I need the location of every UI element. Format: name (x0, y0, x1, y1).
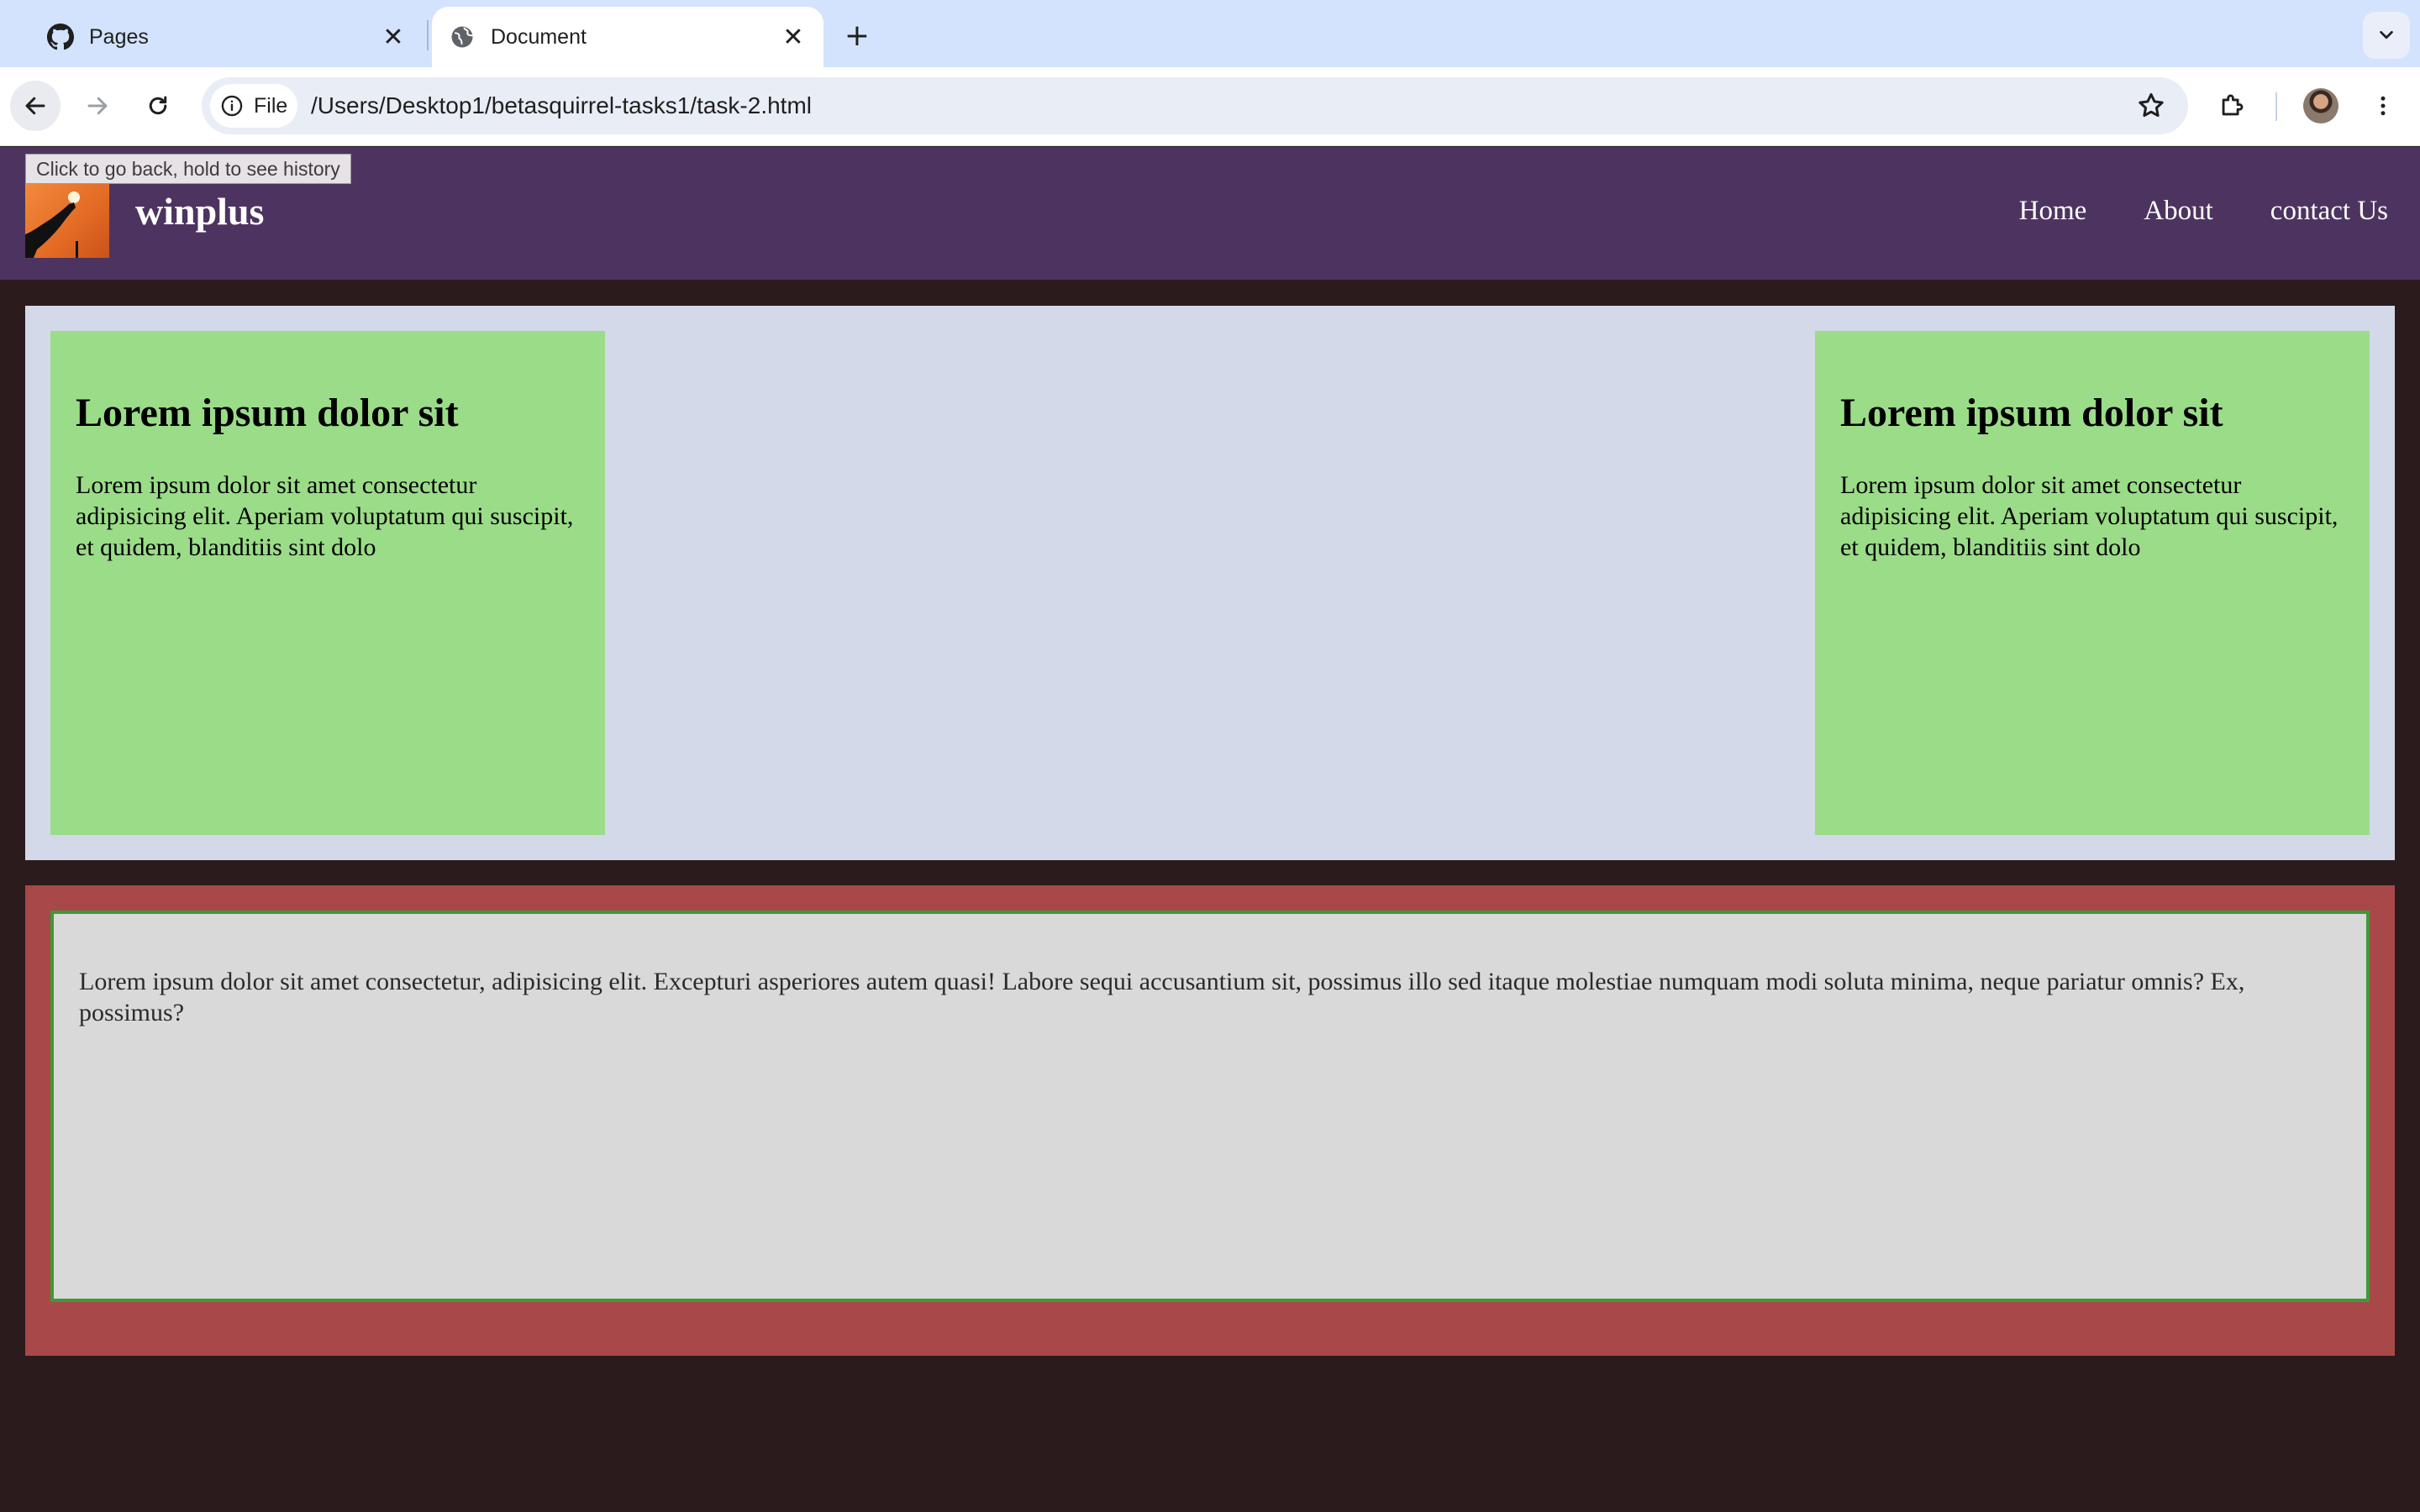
site-brand[interactable]: winplus (135, 189, 264, 234)
avatar (2303, 88, 2338, 123)
card-body: Lorem ipsum dolor sit amet consectetur a… (76, 471, 574, 561)
forward-button[interactable] (72, 81, 123, 131)
close-icon[interactable]: ✕ (776, 20, 810, 54)
reload-button[interactable] (133, 81, 183, 131)
hero-section: Lorem ipsum dolor sit Lorem ipsum dolor … (25, 306, 2395, 860)
tab-title: Document (491, 24, 587, 49)
site-chip-label: File (254, 93, 288, 118)
browser-menu-button[interactable] (2358, 81, 2408, 131)
new-tab-button[interactable]: + (837, 15, 877, 55)
nav-link-home[interactable]: Home (2019, 196, 2087, 227)
page-content: winplus Home About contact Us Lorem ipsu… (0, 147, 2420, 1512)
star-icon[interactable] (2136, 91, 2166, 121)
card-heading: Lorem ipsum dolor sit (1840, 391, 2223, 435)
puzzle-icon (2222, 94, 2244, 116)
profile-button[interactable] (2296, 81, 2346, 131)
tab-divider (427, 20, 429, 50)
content-card: Lorem ipsum dolor sit Lorem ipsum dolor … (1815, 331, 2370, 835)
text-box: Lorem ipsum dolor sit amet consectetur, … (50, 911, 2370, 1302)
github-icon (47, 24, 74, 50)
extensions-button[interactable] (2207, 81, 2257, 131)
back-button-tooltip: Click to go back, hold to see history (25, 154, 351, 184)
info-icon (221, 95, 243, 117)
logo-silhouette-icon (25, 192, 80, 258)
site-nav: Home About contact Us (2019, 196, 2388, 227)
url-text[interactable]: /Users/Desktop1/betasquirrel-tasks1/task… (311, 77, 812, 134)
address-bar[interactable]: File /Users/Desktop1/betasquirrel-tasks1… (202, 77, 2188, 134)
site-header: winplus Home About contact Us (0, 147, 2420, 280)
tab-pages[interactable]: Pages ✕ (13, 7, 424, 67)
nav-link-contact[interactable]: contact Us (2270, 196, 2388, 227)
globe-icon (449, 24, 476, 50)
arrow-right-icon (87, 97, 108, 115)
text-box-paragraph: Lorem ipsum dolor sit amet consectetur, … (79, 968, 2245, 1026)
tab-title: Pages (89, 24, 149, 49)
browser-toolbar: File /Users/Desktop1/betasquirrel-tasks1… (0, 67, 2420, 146)
back-button[interactable] (10, 81, 60, 131)
card-heading: Lorem ipsum dolor sit (76, 391, 459, 435)
content-card: Lorem ipsum dolor sit Lorem ipsum dolor … (50, 331, 605, 835)
tab-search-button[interactable] (2363, 12, 2410, 59)
site-info-chip[interactable]: File (210, 84, 297, 128)
tab-strip: Pages ✕ Document ✕ + (0, 0, 2420, 67)
site-logo[interactable] (25, 182, 109, 258)
arrow-left-icon (25, 97, 45, 115)
more-vertical-icon (2381, 96, 2386, 116)
close-icon[interactable]: ✕ (376, 20, 410, 54)
chevron-down-icon (2380, 30, 2393, 39)
toolbar-divider (2275, 92, 2277, 121)
reload-icon (149, 96, 167, 115)
tab-document[interactable]: Document ✕ (432, 7, 823, 67)
nav-link-about[interactable]: About (2144, 196, 2213, 227)
lower-section: Lorem ipsum dolor sit amet consectetur, … (25, 885, 2395, 1356)
card-body: Lorem ipsum dolor sit amet consectetur a… (1840, 471, 2338, 561)
